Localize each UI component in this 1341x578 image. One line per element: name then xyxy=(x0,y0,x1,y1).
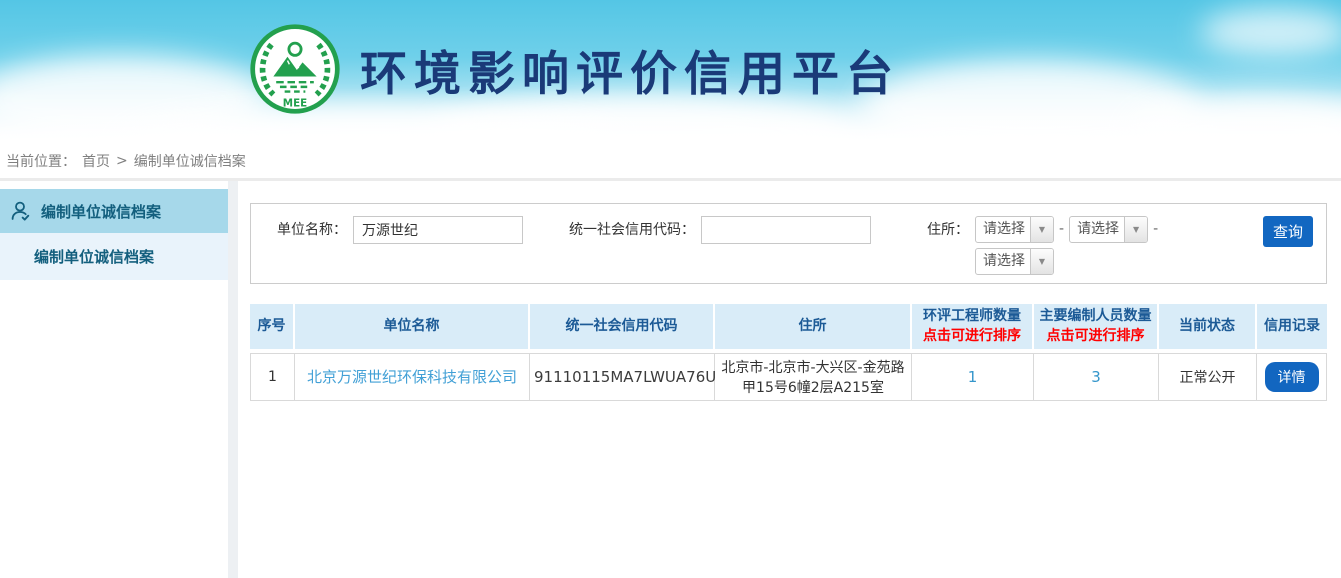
row-index: 1 xyxy=(250,353,295,401)
header-address: 住所 xyxy=(715,304,912,353)
svg-text:MEE: MEE xyxy=(283,98,307,110)
address-city-select[interactable]: 请选择 ▼ xyxy=(1069,216,1148,243)
chevron-down-icon: ▼ xyxy=(1124,217,1147,242)
address-dash: - xyxy=(1153,216,1158,243)
address-province-select[interactable]: 请选择 ▼ xyxy=(975,216,1054,243)
sidebar-item-label: 编制单位诚信档案 xyxy=(41,201,161,222)
breadcrumb-current: 编制单位诚信档案 xyxy=(134,151,246,171)
sort-hint: 点击可进行排序 xyxy=(1034,326,1157,346)
engineer-count-link[interactable]: 1 xyxy=(968,368,978,386)
chevron-down-icon: ▼ xyxy=(1030,217,1053,242)
search-form: 单位名称： 统一社会信用代码： 住所： 请选择 ▼ - xyxy=(250,203,1327,284)
sidebar-gutter xyxy=(228,181,238,578)
address-field: 住所： 请选择 ▼ - 请选择 ▼ - xyxy=(927,216,1163,275)
detail-button[interactable]: 详情 xyxy=(1265,362,1319,392)
staff-count-link[interactable]: 3 xyxy=(1091,368,1101,386)
table-row: 1 北京万源世纪环保科技有限公司 91110115MA7LWUA76U 北京市-… xyxy=(250,353,1327,401)
company-name-label: 单位名称： xyxy=(277,216,347,244)
table-header-row: 序号 单位名称 统一社会信用代码 住所 环评工程师数量 点击可进行排序 主要编制… xyxy=(250,304,1327,353)
sidebar: 编制单位诚信档案 编制单位诚信档案 xyxy=(0,181,228,578)
address-label: 住所： xyxy=(927,216,969,244)
cloud-decoration xyxy=(1200,8,1341,56)
credit-code-label: 统一社会信用代码： xyxy=(569,216,695,244)
results-table: 序号 单位名称 统一社会信用代码 住所 环评工程师数量 点击可进行排序 主要编制… xyxy=(250,304,1327,401)
company-name-link[interactable]: 北京万源世纪环保科技有限公司 xyxy=(307,368,517,386)
main-panel: 单位名称： 统一社会信用代码： 住所： 请选择 ▼ - xyxy=(238,181,1341,578)
company-name-field: 单位名称： xyxy=(277,216,523,244)
sidebar-subitem-credit-archive[interactable]: 编制单位诚信档案 xyxy=(0,233,228,280)
sidebar-subitem-label: 编制单位诚信档案 xyxy=(34,246,154,267)
breadcrumb-separator: > xyxy=(116,153,128,169)
sort-hint: 点击可进行排序 xyxy=(912,326,1032,346)
query-button[interactable]: 查询 xyxy=(1263,216,1313,247)
credit-code-field: 统一社会信用代码： xyxy=(569,216,871,244)
address-value: 北京市-北京市-大兴区-金苑路甲15号6幢2层A215室 xyxy=(715,353,912,401)
header-credit-code: 统一社会信用代码 xyxy=(530,304,715,353)
breadcrumb-home-link[interactable]: 首页 xyxy=(82,151,110,171)
brand: MEE 环境影响评价信用平台 xyxy=(248,22,900,116)
user-check-icon xyxy=(9,199,33,223)
header-staff-count-sort[interactable]: 主要编制人员数量 点击可进行排序 xyxy=(1034,304,1159,353)
mee-logo-icon: MEE xyxy=(248,22,342,116)
company-name-input[interactable] xyxy=(353,216,523,244)
sidebar-item-credit-archive[interactable]: 编制单位诚信档案 xyxy=(0,189,228,233)
address-district-select[interactable]: 请选择 ▼ xyxy=(975,248,1054,275)
content-area: 编制单位诚信档案 编制单位诚信档案 单位名称： 统一社会信用代码： 住所： xyxy=(0,181,1341,578)
credit-code-input[interactable] xyxy=(701,216,871,244)
site-header: MEE 环境影响评价信用平台 xyxy=(0,0,1341,143)
header-status: 当前状态 xyxy=(1159,304,1257,353)
breadcrumb-prefix: 当前位置： xyxy=(6,151,76,171)
chevron-down-icon: ▼ xyxy=(1030,249,1053,274)
address-selects: 请选择 ▼ - 请选择 ▼ - 请选择 ▼ xyxy=(975,216,1163,275)
page-title: 环境影响评价信用平台 xyxy=(360,35,900,104)
address-dash: - xyxy=(1059,216,1064,243)
header-engineer-count-sort[interactable]: 环评工程师数量 点击可进行排序 xyxy=(912,304,1034,353)
credit-code-value: 91110115MA7LWUA76U xyxy=(530,353,715,401)
breadcrumb: 当前位置： 首页 > 编制单位诚信档案 xyxy=(0,143,1341,181)
header-company: 单位名称 xyxy=(295,304,530,353)
status-value: 正常公开 xyxy=(1159,353,1257,401)
header-index: 序号 xyxy=(250,304,295,353)
header-credit-record: 信用记录 xyxy=(1257,304,1327,353)
